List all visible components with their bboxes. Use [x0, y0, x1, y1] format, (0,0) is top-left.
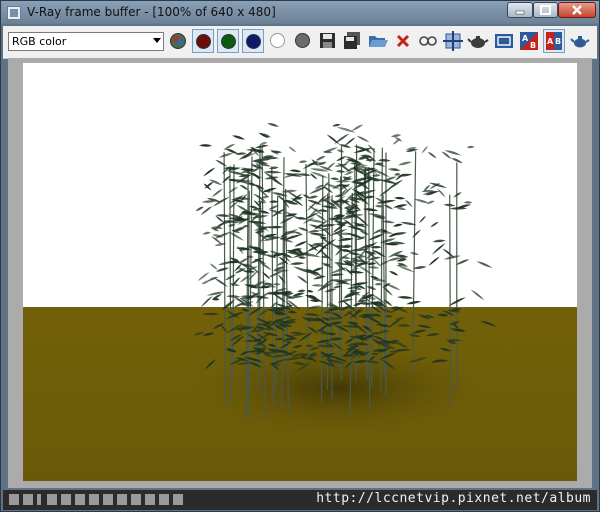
- svg-text:B: B: [530, 41, 536, 50]
- close-icon: [572, 5, 582, 15]
- history-icon[interactable]: [23, 494, 33, 505]
- alpha-channel-icon: [270, 33, 285, 48]
- compare-ab-vertical-button[interactable]: A B: [543, 29, 565, 53]
- pixel-info-icon[interactable]: [9, 494, 19, 505]
- minimize-button[interactable]: [507, 2, 533, 18]
- toolbar: RGB color A B A B: [3, 26, 597, 59]
- monochrome-icon: [295, 33, 310, 48]
- curve-icon[interactable]: [61, 494, 71, 505]
- render-last-button[interactable]: [467, 29, 489, 53]
- red-channel-toggle[interactable]: [192, 29, 214, 53]
- window-title: V-Ray frame buffer - [100% of 640 x 480]: [27, 5, 276, 19]
- watermark-url: http://lccnetvip.pixnet.net/album: [316, 491, 591, 506]
- status-bar: http://lccnetvip.pixnet.net/album: [3, 490, 597, 510]
- color-tracking-button[interactable]: [167, 29, 189, 53]
- render-teapot-icon: [570, 36, 590, 48]
- blue-channel-icon: [246, 34, 261, 49]
- minimize-icon: [515, 10, 525, 15]
- info-icon[interactable]: [37, 494, 41, 505]
- alpha-channel-toggle[interactable]: [267, 29, 289, 53]
- levels-icon[interactable]: [47, 494, 57, 505]
- maximize-icon: [540, 5, 551, 15]
- svg-text:A: A: [547, 37, 554, 46]
- stereo-icon[interactable]: [173, 494, 183, 505]
- lens-effects-icon[interactable]: [159, 494, 169, 505]
- frame-region-button[interactable]: [493, 29, 515, 53]
- app-icon[interactable]: [7, 6, 21, 20]
- duplicate-icon: [419, 36, 437, 46]
- ab-compare-icon: A B: [520, 32, 538, 50]
- close-button[interactable]: [558, 2, 596, 18]
- save-all-channels-button[interactable]: [342, 29, 364, 53]
- exposure-icon[interactable]: [75, 494, 85, 505]
- render-teapot-button[interactable]: [569, 29, 591, 53]
- clear-image-button[interactable]: [392, 29, 414, 53]
- monochrome-toggle[interactable]: [292, 29, 314, 53]
- render-viewport[interactable]: [8, 58, 592, 488]
- folder-open-icon: [369, 36, 388, 47]
- channel-dropdown-value: RGB color: [12, 35, 67, 48]
- clear-x-icon: [396, 34, 410, 48]
- vray-frame-buffer-window: V-Ray frame buffer - [100% of 640 x 480]…: [0, 0, 600, 512]
- ab-split-icon: A B: [546, 32, 562, 50]
- blue-channel-toggle[interactable]: [242, 29, 264, 53]
- track-mouse-icon: [443, 31, 463, 51]
- settings-icon[interactable]: [89, 494, 99, 505]
- maximize-button[interactable]: [533, 2, 558, 18]
- save-all-icon: [344, 32, 360, 49]
- compare-ab-horizontal-button[interactable]: A B: [518, 29, 540, 53]
- sky: [23, 63, 577, 308]
- lut-icon[interactable]: [103, 494, 113, 505]
- title-bar[interactable]: V-Ray frame buffer - [100% of 640 x 480]: [1, 1, 599, 25]
- region-icon: [495, 34, 513, 48]
- color-tracking-icon: [170, 33, 186, 49]
- red-channel-icon: [196, 34, 211, 49]
- green-channel-toggle[interactable]: [217, 29, 239, 53]
- histogram-icon[interactable]: [131, 494, 141, 505]
- tree-shadow: [193, 343, 483, 433]
- svg-text:A: A: [522, 34, 529, 43]
- srgb-icon[interactable]: [117, 494, 127, 505]
- green-channel-icon: [221, 34, 236, 49]
- teapot-icon: [467, 36, 489, 48]
- chevron-down-icon: [153, 38, 161, 43]
- channel-dropdown[interactable]: RGB color: [8, 32, 164, 51]
- fit-icon[interactable]: [145, 494, 155, 505]
- save-icon: [320, 33, 335, 48]
- svg-text:B: B: [555, 37, 561, 46]
- rendered-image[interactable]: [23, 63, 577, 481]
- duplicate-to-max-vfb-button[interactable]: [417, 29, 439, 53]
- track-mouse-render-button[interactable]: [442, 29, 464, 53]
- save-image-button[interactable]: [317, 29, 339, 53]
- bamboo-render-scene: [23, 63, 577, 481]
- load-image-button[interactable]: [367, 29, 389, 53]
- bamboo-stalk: [449, 194, 452, 408]
